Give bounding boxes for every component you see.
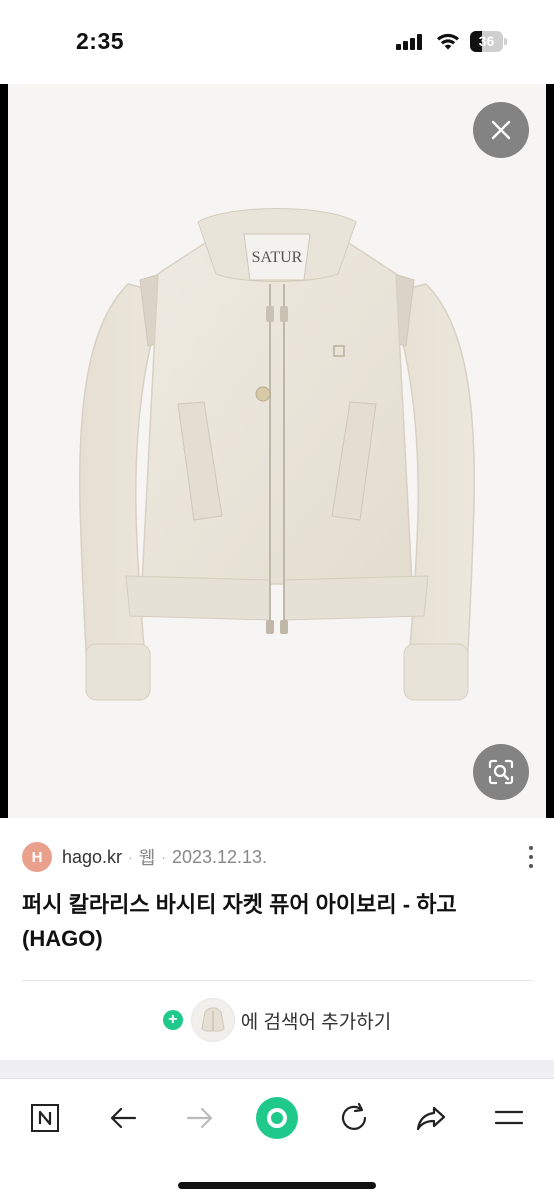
divider xyxy=(22,980,532,981)
more-options-icon[interactable] xyxy=(526,846,536,868)
meta-separator: · xyxy=(161,849,166,865)
back-arrow-icon xyxy=(110,1107,137,1129)
naver-home-button[interactable] xyxy=(22,1095,68,1141)
site-favicon: H xyxy=(22,842,52,872)
close-icon xyxy=(491,120,511,140)
image-viewer[interactable]: SATUR xyxy=(0,84,554,818)
refresh-button[interactable] xyxy=(331,1095,377,1141)
search-result-card[interactable]: H hago.kr · 웹 · 2023.12.13. 퍼시 칼라리스 바시티 … xyxy=(0,818,554,1060)
jacket-image: SATUR xyxy=(79,208,475,701)
collar-label: SATUR xyxy=(252,249,303,266)
image-search-button[interactable] xyxy=(473,744,529,800)
forward-button[interactable] xyxy=(177,1095,223,1141)
wifi-icon xyxy=(437,33,459,50)
cellular-signal-icon xyxy=(396,34,426,50)
forward-arrow-icon xyxy=(186,1107,213,1129)
result-date: 2023.12.13. xyxy=(171,846,268,867)
green-dot-button[interactable] xyxy=(254,1095,300,1141)
source-domain[interactable]: hago.kr xyxy=(62,847,122,868)
image-thumbnail xyxy=(190,998,235,1042)
back-button[interactable] xyxy=(100,1095,146,1141)
result-title[interactable]: 퍼시 칼라리스 바시티 자켓 퓨어 아이보리 - 하고(HAGO) xyxy=(22,888,532,956)
battery-level: 36 xyxy=(478,33,495,49)
section-divider xyxy=(0,1060,554,1078)
source-category: 웹 xyxy=(138,848,156,868)
naver-home-icon xyxy=(31,1104,59,1132)
image-search-icon xyxy=(488,759,514,785)
refresh-icon xyxy=(341,1102,367,1130)
product-image[interactable]: SATUR xyxy=(8,84,546,818)
add-search-term-row[interactable]: + 에 검색어 추가하기 xyxy=(0,996,554,1044)
status-time: 2:35 xyxy=(76,28,125,54)
share-icon xyxy=(416,1106,446,1131)
menu-button[interactable] xyxy=(486,1095,532,1141)
share-button[interactable] xyxy=(408,1095,454,1141)
status-bar: 2:35 36 xyxy=(0,0,554,84)
battery-icon: 36 xyxy=(470,31,508,52)
home-indicator[interactable] xyxy=(178,1182,376,1189)
close-button[interactable] xyxy=(473,102,529,158)
meta-separator: · xyxy=(128,849,133,865)
add-search-term-label: 에 검색어 추가하기 xyxy=(240,1011,392,1033)
menu-icon xyxy=(494,1110,524,1125)
source-row[interactable]: H hago.kr · 웹 · 2023.12.13. xyxy=(22,842,267,872)
plus-icon: + xyxy=(162,1010,183,1030)
green-dot-icon xyxy=(256,1097,298,1139)
